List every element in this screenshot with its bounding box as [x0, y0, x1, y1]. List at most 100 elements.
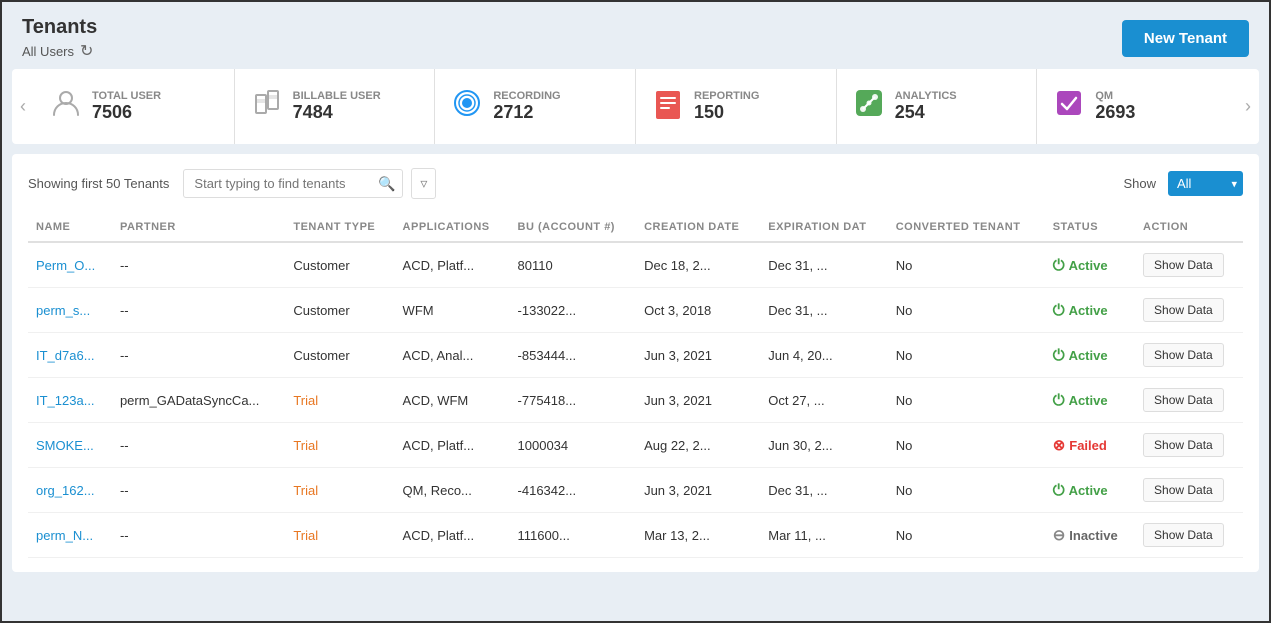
stat-label-qm: QM [1095, 90, 1135, 102]
cell-status: ⏻ Active [1045, 333, 1135, 378]
tenants-table: NAMEPARTNERTENANT TYPEAPPLICATIONSBU (AC… [28, 213, 1243, 558]
show-data-button[interactable]: Show Data [1143, 298, 1224, 322]
cell-name[interactable]: org_162... [28, 468, 112, 513]
cell-status: ⊖ Inactive [1045, 513, 1135, 558]
cell-partner: -- [112, 288, 285, 333]
col-header-action: ACTION [1135, 213, 1243, 242]
recording-icon [451, 87, 483, 126]
stat-value-total-user: 7506 [92, 102, 161, 123]
cell-action[interactable]: Show Data [1135, 242, 1243, 288]
cell-converted: No [888, 242, 1045, 288]
cell-applications: ACD, Platf... [395, 242, 510, 288]
cell-action[interactable]: Show Data [1135, 423, 1243, 468]
cell-name[interactable]: perm_N... [28, 513, 112, 558]
cell-converted: No [888, 378, 1045, 423]
cell-converted: No [888, 513, 1045, 558]
show-data-button[interactable]: Show Data [1143, 343, 1224, 367]
cell-action[interactable]: Show Data [1135, 288, 1243, 333]
cell-action[interactable]: Show Data [1135, 333, 1243, 378]
cell-expiration: Dec 31, ... [760, 468, 887, 513]
cell-expiration: Dec 31, ... [760, 288, 887, 333]
cell-status: ⏻ Active [1045, 468, 1135, 513]
cell-name[interactable]: IT_d7a6... [28, 333, 112, 378]
cell-creation: Dec 18, 2... [636, 242, 760, 288]
cell-expiration: Oct 27, ... [760, 378, 887, 423]
cell-bu: -853444... [510, 333, 637, 378]
search-wrap: 🔍 [183, 169, 403, 198]
cell-partner: -- [112, 423, 285, 468]
cell-type: Trial [285, 513, 394, 558]
col-header-creation-date: CREATION DATE [636, 213, 760, 242]
stat-item-analytics: ANALYTICS 254 [837, 69, 1038, 144]
cell-creation: Mar 13, 2... [636, 513, 760, 558]
cell-creation: Jun 3, 2021 [636, 333, 760, 378]
cell-applications: ACD, Platf... [395, 423, 510, 468]
cell-action[interactable]: Show Data [1135, 468, 1243, 513]
col-header-status: STATUS [1045, 213, 1135, 242]
cell-name[interactable]: IT_123a... [28, 378, 112, 423]
table-row: IT_123a... perm_GADataSyncCa... Trial AC… [28, 378, 1243, 423]
stat-label-total-user: TOTAL USER [92, 90, 161, 102]
cell-converted: No [888, 423, 1045, 468]
cell-type: Customer [285, 242, 394, 288]
cell-name[interactable]: Perm_O... [28, 242, 112, 288]
stat-item-total-user: TOTAL USER 7506 [34, 69, 235, 144]
cell-status: ⏻ Active [1045, 288, 1135, 333]
refresh-icon[interactable]: ↻ [80, 41, 93, 61]
reporting-icon [652, 87, 684, 126]
cell-creation: Jun 3, 2021 [636, 378, 760, 423]
total-user-icon [50, 87, 82, 126]
show-select[interactable]: AllActiveInactiveTrial [1168, 171, 1243, 196]
new-tenant-button[interactable]: New Tenant [1122, 20, 1249, 57]
main-content: Showing first 50 Tenants 🔍 ▿ Show AllAct… [12, 154, 1259, 572]
table-row: SMOKE... -- Trial ACD, Platf... 1000034 … [28, 423, 1243, 468]
stat-item-qm: QM 2693 [1037, 69, 1237, 144]
show-data-button[interactable]: Show Data [1143, 253, 1224, 277]
search-input[interactable] [183, 169, 403, 198]
table-body: Perm_O... -- Customer ACD, Platf... 8011… [28, 242, 1243, 558]
cell-partner: -- [112, 242, 285, 288]
cell-partner: -- [112, 513, 285, 558]
showing-text: Showing first 50 Tenants [28, 176, 169, 191]
show-data-button[interactable]: Show Data [1143, 523, 1224, 547]
show-label: Show [1123, 176, 1156, 191]
cell-status: ⏻ Active [1045, 242, 1135, 288]
cell-applications: ACD, Platf... [395, 513, 510, 558]
cell-partner: perm_GADataSyncCa... [112, 378, 285, 423]
cell-type: Customer [285, 288, 394, 333]
cell-partner: -- [112, 333, 285, 378]
cell-action[interactable]: Show Data [1135, 378, 1243, 423]
show-select-wrap: AllActiveInactiveTrial [1164, 171, 1243, 196]
table-row: perm_N... -- Trial ACD, Platf... 111600.… [28, 513, 1243, 558]
cell-applications: WFM [395, 288, 510, 333]
col-header-converted-tenant: CONVERTED TENANT [888, 213, 1045, 242]
stat-item-recording: RECORDING 2712 [435, 69, 636, 144]
stat-value-billable-user: 7484 [293, 102, 381, 123]
cell-bu: -133022... [510, 288, 637, 333]
stats-prev-button[interactable]: ‹ [12, 69, 34, 144]
stat-value-analytics: 254 [895, 102, 957, 123]
show-data-button[interactable]: Show Data [1143, 433, 1224, 457]
cell-converted: No [888, 288, 1045, 333]
cell-name[interactable]: SMOKE... [28, 423, 112, 468]
cell-name[interactable]: perm_s... [28, 288, 112, 333]
stats-next-button[interactable]: › [1237, 69, 1259, 144]
stat-value-qm: 2693 [1095, 102, 1135, 123]
cell-bu: -775418... [510, 378, 637, 423]
cell-applications: ACD, Anal... [395, 333, 510, 378]
col-header-tenant-type: TENANT TYPE [285, 213, 394, 242]
cell-action[interactable]: Show Data [1135, 513, 1243, 558]
filter-button[interactable]: ▿ [411, 168, 436, 199]
cell-bu: 80110 [510, 242, 637, 288]
col-header-name: NAME [28, 213, 112, 242]
subtitle-label: All Users [22, 44, 74, 59]
cell-expiration: Mar 11, ... [760, 513, 887, 558]
cell-converted: No [888, 333, 1045, 378]
show-data-button[interactable]: Show Data [1143, 478, 1224, 502]
cell-type: Trial [285, 378, 394, 423]
show-data-button[interactable]: Show Data [1143, 388, 1224, 412]
page-title: Tenants [22, 16, 97, 39]
cell-expiration: Dec 31, ... [760, 242, 887, 288]
table-header-row: NAMEPARTNERTENANT TYPEAPPLICATIONSBU (AC… [28, 213, 1243, 242]
stat-label-recording: RECORDING [493, 90, 560, 102]
